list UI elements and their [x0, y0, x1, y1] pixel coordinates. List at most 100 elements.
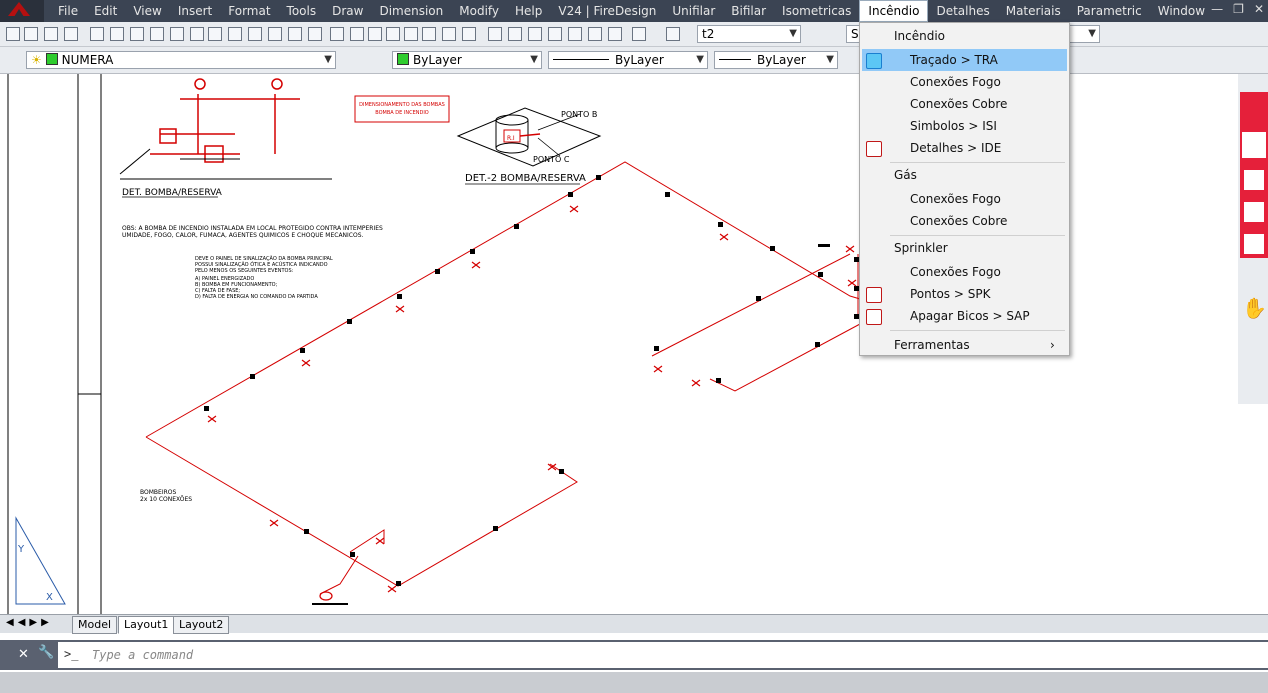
toolbar-icon[interactable] [286, 25, 304, 43]
toolbar-icon[interactable] [22, 25, 40, 43]
toolbar-icon[interactable] [546, 25, 564, 43]
toolbar-icon[interactable] [4, 25, 22, 43]
menu-view[interactable]: View [125, 0, 169, 22]
menu-file[interactable]: File [50, 0, 86, 22]
menu-modify[interactable]: Modify [451, 0, 507, 22]
menu-window[interactable]: Window [1150, 0, 1213, 22]
toolbar-icon[interactable] [266, 25, 284, 43]
toolbar-icon[interactable] [384, 25, 402, 43]
menu-isometricas[interactable]: Isometricas [774, 0, 859, 22]
menu-item-conex-es-cobre[interactable]: Conexões Cobre [862, 93, 1067, 115]
toolbar-icon[interactable] [128, 25, 146, 43]
menu-item-conex-es-cobre[interactable]: Conexões Cobre [862, 210, 1067, 232]
menu-unifilar[interactable]: Unifilar [664, 0, 723, 22]
toolbar-glyph [90, 27, 104, 41]
menu-item-label: Simbolos > ISI [910, 119, 997, 133]
hydrant-icon[interactable] [1244, 202, 1264, 222]
toolbar-icon[interactable] [460, 25, 478, 43]
restore-icon[interactable]: ❐ [1233, 2, 1244, 16]
color-swatch [397, 53, 409, 65]
toolbar-glyph [44, 27, 58, 41]
command-input[interactable]: >_ Type a command [58, 642, 1268, 668]
tab-layout1[interactable]: Layout1 [118, 616, 175, 634]
menu-v24-firedesign[interactable]: V24 | FireDesign [550, 0, 664, 22]
menu-bifilar[interactable]: Bifilar [723, 0, 774, 22]
toolbar-icon[interactable] [88, 25, 106, 43]
tab-nav-arrows[interactable]: ◀◀▶▶ [6, 617, 53, 628]
menu-item-pontos-spk[interactable]: Pontos > SPK [862, 283, 1067, 305]
toolbar-icon[interactable] [506, 25, 524, 43]
toolbar-icon[interactable] [420, 25, 438, 43]
close-icon[interactable]: ✕ [18, 647, 29, 662]
lineweight-combo[interactable]: ByLayer ▼ [714, 51, 838, 69]
menu-item-apagar-bicos-sap[interactable]: Apagar Bicos > SAP [862, 305, 1067, 327]
menu-materiais[interactable]: Materiais [998, 0, 1069, 22]
toolbar-icon[interactable] [630, 25, 648, 43]
menu-item-conex-es-fogo[interactable]: Conexões Fogo [862, 261, 1067, 283]
toolbar-icon[interactable] [188, 25, 206, 43]
toolbar-icon[interactable] [586, 25, 604, 43]
menu-item-label: Apagar Bicos > SAP [910, 309, 1030, 323]
toolbar-icon[interactable] [526, 25, 544, 43]
prompt-icon: >_ [64, 647, 79, 661]
toolbar-icon[interactable] [366, 25, 384, 43]
toolbar-glyph [442, 27, 456, 41]
alarm-icon[interactable] [1244, 170, 1264, 190]
menu-draw[interactable]: Draw [324, 0, 371, 22]
menu-edit[interactable]: Edit [86, 0, 125, 22]
textstyle-combo[interactable]: t2 ▼ [697, 25, 801, 43]
toolbar-icon[interactable] [62, 25, 80, 43]
menu-item-conex-es-fogo[interactable]: Conexões Fogo [862, 71, 1067, 93]
toolbar-glyph [150, 27, 164, 41]
toolbar-icon[interactable] [664, 25, 682, 43]
toolbar-icon[interactable] [486, 25, 504, 43]
menu-tools[interactable]: Tools [279, 0, 325, 22]
linetype-combo[interactable]: ByLayer ▼ [548, 51, 708, 69]
menu-item-label: Conexões Cobre [910, 214, 1008, 228]
extinguisher-icon[interactable] [1242, 132, 1266, 158]
menu-inc-ndio[interactable]: Incêndio [859, 0, 929, 22]
toolbar-icon[interactable] [440, 25, 458, 43]
toolbar-icon[interactable] [566, 25, 584, 43]
toolbar-icon[interactable] [328, 25, 346, 43]
menu-detalhes[interactable]: Detalhes [928, 0, 997, 22]
toolbar-icon[interactable] [306, 25, 324, 43]
menu-dimension[interactable]: Dimension [371, 0, 451, 22]
textstyle-value: t2 [702, 27, 715, 41]
menu-format[interactable]: Format [220, 0, 278, 22]
menu-help[interactable]: Help [507, 0, 550, 22]
wrench-icon[interactable]: 🔧 [38, 645, 54, 660]
drawing-canvas[interactable]: Y X DET. BOMBA/RESERVA DIMENSIONAMENTO D… [0, 74, 1268, 614]
pan-icon[interactable]: ✋ [1242, 296, 1267, 356]
menu-item-simbolos-isi[interactable]: Simbolos > ISI [862, 115, 1067, 137]
menu-item-ferramentas[interactable]: Ferramentas › [894, 338, 1055, 352]
toolbar-icon[interactable] [42, 25, 60, 43]
layer-combo[interactable]: ☀ NUMERA ▼ [26, 51, 336, 69]
minimize-icon[interactable]: — [1211, 2, 1223, 16]
toolbar-icon[interactable] [148, 25, 166, 43]
menu-insert[interactable]: Insert [170, 0, 220, 22]
color-combo[interactable]: ByLayer ▼ [392, 51, 542, 69]
toolbar-icon[interactable] [226, 25, 244, 43]
hose-icon[interactable] [1244, 234, 1264, 254]
menu-item-tra-ado-tra[interactable]: Traçado > TRA [862, 49, 1067, 71]
command-line: ✕ 🔧 >_ Type a command [0, 640, 1268, 670]
app-logo[interactable] [0, 0, 44, 22]
menu-item-detalhes-ide[interactable]: Detalhes > IDE [862, 137, 1067, 159]
status-bar [0, 672, 1268, 693]
cad-drawing[interactable]: Y X DET. BOMBA/RESERVA DIMENSIONAMENTO D… [0, 74, 1268, 614]
note-line: PELO MENOS OS SEGUINTES EVENTOS: [195, 268, 294, 274]
toolbar-icon[interactable] [168, 25, 186, 43]
menu-parametric[interactable]: Parametric [1069, 0, 1150, 22]
toolbar-icon[interactable] [108, 25, 126, 43]
tab-model[interactable]: Model [72, 616, 118, 634]
toolbar-icon[interactable] [246, 25, 264, 43]
toolbar-icon[interactable] [402, 25, 420, 43]
toolbar-icon[interactable] [606, 25, 624, 43]
menu-item-conex-es-fogo[interactable]: Conexões Fogo [862, 188, 1067, 210]
tab-layout2[interactable]: Layout2 [173, 616, 230, 634]
toolbar-icon[interactable] [348, 25, 366, 43]
toolbar-icon[interactable] [206, 25, 224, 43]
close-icon[interactable]: ✕ [1254, 2, 1264, 16]
layers-toolbar: ☀ NUMERA ▼ ByLayer ▼ ByLayer ▼ ByLayer ▼ [0, 47, 1268, 74]
